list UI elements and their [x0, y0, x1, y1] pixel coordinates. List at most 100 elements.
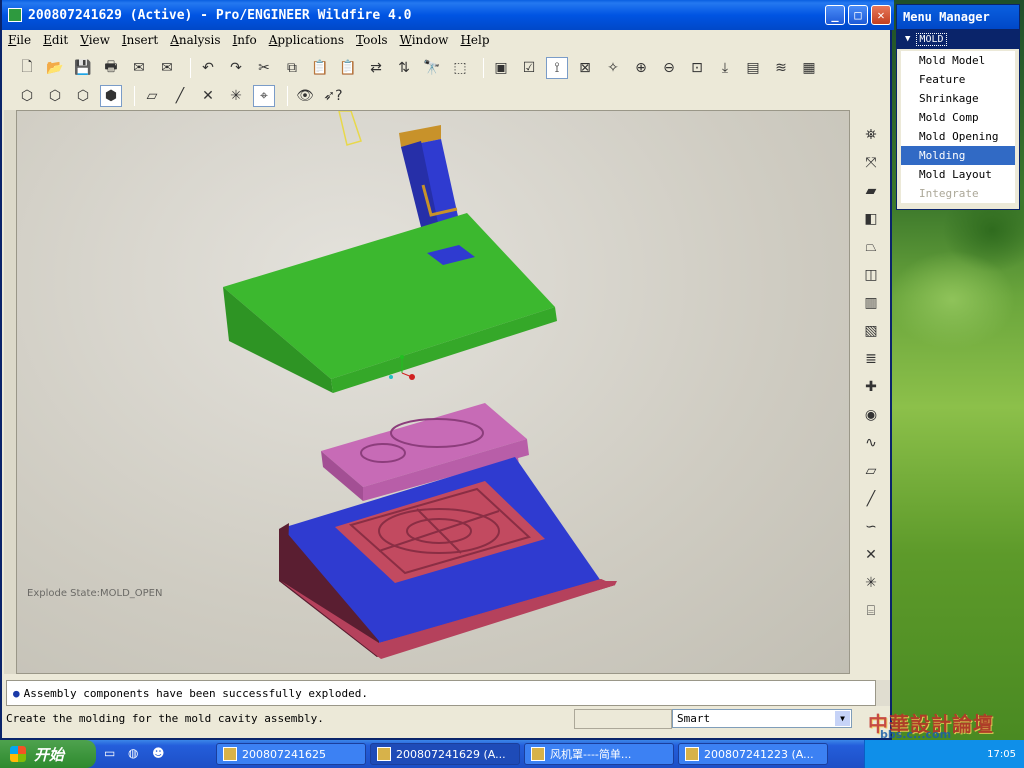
datum-point-icon[interactable]: ✕: [860, 544, 882, 566]
navigator-strip[interactable]: [4, 110, 16, 674]
cut-icon[interactable]: ✂: [253, 57, 275, 79]
window-activate-icon[interactable]: ▣: [490, 57, 512, 79]
paste-icon[interactable]: 📋: [309, 57, 331, 79]
datum-points-icon[interactable]: ✕: [197, 85, 219, 107]
taskbar-item-document[interactable]: 风机罩----简单...: [524, 743, 674, 765]
workpiece-icon[interactable]: ▰: [860, 180, 882, 202]
save-icon[interactable]: 💾: [72, 57, 94, 79]
annotation-display-icon[interactable]: 👁: [294, 85, 316, 107]
menu-tools[interactable]: Tools: [356, 33, 388, 47]
toolbar-separator: [483, 58, 484, 78]
shrinkage-icon[interactable]: ⤧: [860, 152, 882, 174]
menu-manager-header[interactable]: ▼ MOLD: [897, 29, 1019, 49]
graphics-window[interactable]: Explode State:MOLD_OPEN: [16, 110, 850, 674]
menu-insert[interactable]: Insert: [122, 33, 158, 47]
menu-help[interactable]: Help: [460, 33, 489, 47]
selection-filter-select[interactable]: Smart ▼: [672, 709, 852, 728]
taskbar-item-folder[interactable]: 200807241625: [216, 743, 366, 765]
paste-special-icon[interactable]: 📋: [337, 57, 359, 79]
connect-icon[interactable]: ⟟: [546, 57, 568, 79]
hidden-line-icon[interactable]: ⬡: [44, 85, 66, 107]
regenerate-manager-icon[interactable]: ⇅: [393, 57, 415, 79]
layers-icon[interactable]: ≋: [770, 57, 792, 79]
close-window-icon[interactable]: ⊠: [574, 57, 596, 79]
saved-views-icon[interactable]: ▤: [742, 57, 764, 79]
find-icon[interactable]: 🔭: [421, 57, 443, 79]
menu-applications[interactable]: Applications: [269, 33, 344, 47]
menu-item-feature[interactable]: Feature: [901, 70, 1015, 89]
parting-surface-icon[interactable]: ⏢: [860, 236, 882, 258]
menu-item-mold-layout[interactable]: Mold Layout: [901, 165, 1015, 184]
media-player-icon[interactable]: ◍: [128, 746, 144, 762]
menu-item-mold-opening[interactable]: Mold Opening: [901, 127, 1015, 146]
repaint-icon[interactable]: ✧: [602, 57, 624, 79]
datum-axis-icon[interactable]: ╱: [860, 488, 882, 510]
copy-icon[interactable]: ⧉: [281, 57, 303, 79]
zoom-in-icon[interactable]: ⊕: [630, 57, 652, 79]
sketch-icon[interactable]: ∿: [860, 432, 882, 454]
send-mail-icon[interactable]: ✉: [128, 57, 150, 79]
message-scrollbar[interactable]: [876, 680, 890, 706]
title-bar: 200807241629 (Active) - Pro/ENGINEER Wil…: [2, 0, 894, 30]
clock[interactable]: 17:05: [987, 749, 1016, 760]
taskbar-item-label: 200807241625: [242, 747, 326, 761]
regenerate-icon[interactable]: ⇄: [365, 57, 387, 79]
menu-analysis[interactable]: Analysis: [170, 33, 220, 47]
taskbar-item-proe-active[interactable]: 200807241629 (A...: [370, 743, 520, 765]
message-area: ● Assembly components have been successfu…: [6, 680, 876, 706]
molding-icon[interactable]: ≣: [860, 348, 882, 370]
toolbar-separator: [134, 86, 135, 106]
redo-icon[interactable]: ↷: [225, 57, 247, 79]
extract-icon[interactable]: ▧: [860, 320, 882, 342]
open-folder-icon[interactable]: 📂: [44, 57, 66, 79]
simulate-icon[interactable]: ◉: [860, 404, 882, 426]
selection-box-icon[interactable]: ⬚: [449, 57, 471, 79]
analysis-icon[interactable]: ⌸: [860, 600, 882, 622]
reorient-icon[interactable]: ⤓: [714, 57, 736, 79]
datum-plane-icon[interactable]: ▱: [860, 460, 882, 482]
taskbar-item-proe[interactable]: 200807241223 (A...: [678, 743, 828, 765]
print-icon[interactable]: 🖶: [100, 57, 122, 79]
start-button[interactable]: 开始: [0, 740, 96, 768]
surface-icon[interactable]: ◫: [860, 264, 882, 286]
datum-axes-icon[interactable]: ╱: [169, 85, 191, 107]
split-volume-icon[interactable]: ▥: [860, 292, 882, 314]
close-button[interactable]: ✕: [871, 5, 891, 25]
coordinate-systems-icon[interactable]: ✳: [225, 85, 247, 107]
collapse-triangle-icon[interactable]: ▼: [905, 34, 910, 44]
menu-window[interactable]: Window: [400, 33, 449, 47]
no-hidden-icon[interactable]: ⬡: [72, 85, 94, 107]
undo-icon[interactable]: ↶: [197, 57, 219, 79]
view-manager-icon[interactable]: ▦: [798, 57, 820, 79]
status-cell: [574, 709, 672, 729]
context-help-icon[interactable]: ➶?: [322, 85, 344, 107]
volume-icon[interactable]: ◧: [860, 208, 882, 230]
refit-icon[interactable]: ⊡: [686, 57, 708, 79]
menu-item-mold-comp[interactable]: Mold Comp: [901, 108, 1015, 127]
menu-edit[interactable]: Edit: [43, 33, 68, 47]
chevron-down-icon[interactable]: ▼: [835, 711, 850, 726]
mold-opening-icon[interactable]: ✚: [860, 376, 882, 398]
zoom-out-icon[interactable]: ⊖: [658, 57, 680, 79]
menu-item-mold-model[interactable]: Mold Model: [901, 51, 1015, 70]
qq-icon[interactable]: ☻: [152, 746, 168, 762]
menu-item-molding[interactable]: Molding: [901, 146, 1015, 165]
send-mail-attach-icon[interactable]: ✉: [156, 57, 178, 79]
shading-icon[interactable]: ⬢: [100, 85, 122, 107]
maximize-button[interactable]: □: [848, 5, 868, 25]
minimize-button[interactable]: _: [825, 5, 845, 25]
show-desktop-icon[interactable]: ▭: [104, 746, 120, 762]
spin-center-icon[interactable]: ⌖: [253, 85, 275, 107]
menu-view[interactable]: View: [80, 33, 110, 47]
mold-layout-icon[interactable]: ⛯: [860, 124, 882, 146]
menu-manager-header-label: MOLD: [916, 32, 947, 46]
model-check-icon[interactable]: ☑: [518, 57, 540, 79]
wireframe-icon[interactable]: ⬡: [16, 85, 38, 107]
new-file-icon[interactable]: 🗋: [16, 57, 38, 79]
datum-curve-icon[interactable]: ∽: [860, 516, 882, 538]
coord-sys-icon[interactable]: ✳: [860, 572, 882, 594]
datum-planes-icon[interactable]: ▱: [141, 85, 163, 107]
menu-item-shrinkage[interactable]: Shrinkage: [901, 89, 1015, 108]
menu-file[interactable]: File: [8, 33, 31, 47]
menu-info[interactable]: Info: [233, 33, 257, 47]
